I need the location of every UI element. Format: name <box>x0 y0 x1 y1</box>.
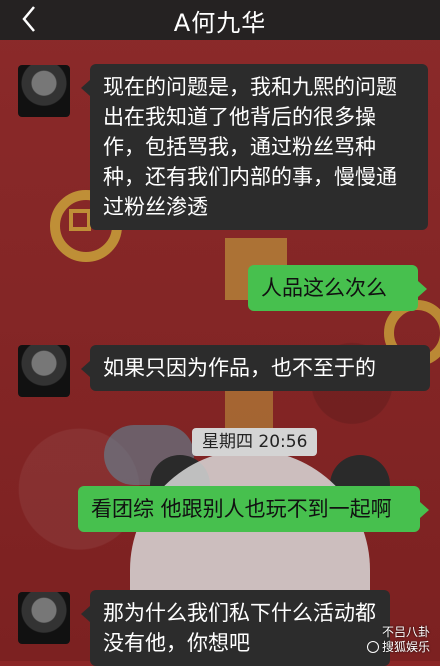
message-text: 现在的问题是，我和九熙的问题出在我知道了他背后的很多操作，包括骂我，通过粉丝骂种… <box>103 75 397 219</box>
message-bubble-incoming[interactable]: 现在的问题是，我和九熙的问题出在我知道了他背后的很多操作，包括骂我，通过粉丝骂种… <box>81 64 428 230</box>
sohu-logo-icon <box>366 641 379 653</box>
avatar[interactable] <box>18 592 70 644</box>
message-text: 那为什么我们私下什么活动都没有他，你想吧 <box>103 601 376 655</box>
chat-title: A何九华 <box>173 8 267 37</box>
avatar[interactable] <box>18 65 70 117</box>
message-text: 看团综 他跟别人也玩不到一起啊 <box>91 497 392 521</box>
watermark: 不吕八卦 搜狐娱乐 <box>366 625 430 655</box>
message-bubble-outgoing[interactable]: 看团综 他跟别人也玩不到一起啊 <box>78 486 429 532</box>
message-bubble-incoming[interactable]: 如果只因为作品，也不至于的 <box>81 345 430 391</box>
message-bubble-outgoing[interactable]: 人品这么次么 <box>248 265 427 311</box>
avatar[interactable] <box>18 345 70 397</box>
watermark-line1: 不吕八卦 <box>381 625 430 639</box>
chat-header: A何九华 <box>0 0 440 40</box>
watermark-source: 搜狐娱乐 <box>381 640 430 654</box>
message-bubble-incoming[interactable]: 那为什么我们私下什么活动都没有他，你想吧 <box>81 590 390 666</box>
message-timestamp: 星期四 20:56 <box>192 428 318 456</box>
message-text: 人品这么次么 <box>261 276 387 300</box>
watermark-line2: 搜狐娱乐 <box>366 640 430 655</box>
message-text: 如果只因为作品，也不至于的 <box>103 356 376 380</box>
back-button[interactable] <box>14 2 44 36</box>
chevron-left-icon <box>22 6 35 32</box>
